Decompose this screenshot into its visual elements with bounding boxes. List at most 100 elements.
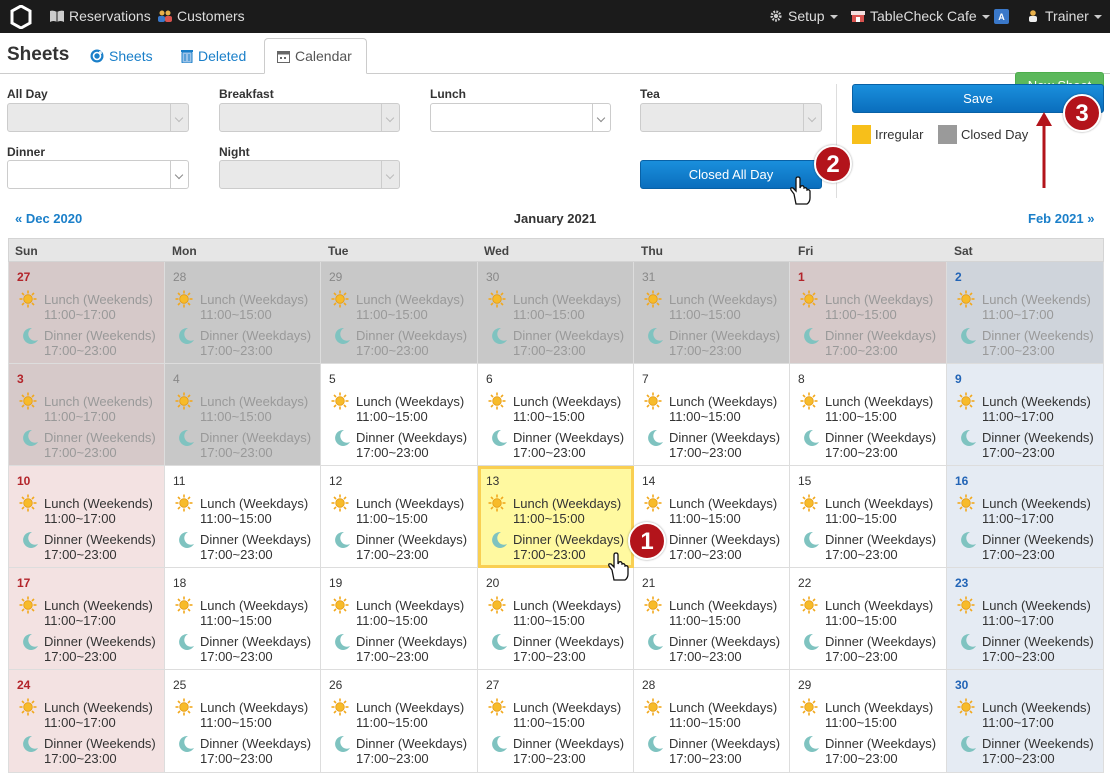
- all-day-select[interactable]: [7, 103, 189, 132]
- lunch-service-time: 11:00~17:00: [44, 511, 116, 526]
- step-badge-2: 2: [814, 145, 852, 183]
- calendar-day-cell[interactable]: 7 Lunch (Weekdays) 11:00~15:00 Dinner (Week…: [634, 364, 790, 466]
- calendar-day-cell[interactable]: 9 Lunch (Weekends) 11:00~17:00 Dinner (Week…: [947, 364, 1104, 466]
- calendar-day-cell[interactable]: 21 Lunch (Weekdays) 11:00~15:00 Dinner (Wee…: [634, 568, 790, 670]
- day-number: 31: [642, 270, 656, 284]
- dinner-select[interactable]: [7, 160, 189, 189]
- tab-deleted[interactable]: Deleted: [181, 41, 246, 74]
- nav-user-menu[interactable]: Trainer: [1026, 0, 1102, 33]
- tab-sheets[interactable]: Sheets: [90, 41, 153, 74]
- lunch-service-time: 11:00~15:00: [669, 511, 741, 526]
- lunch-service-time: 11:00~15:00: [669, 715, 741, 730]
- night-select[interactable]: [219, 160, 400, 189]
- moon-icon: [23, 633, 38, 650]
- dinner-service-time: 17:00~23:00: [825, 649, 898, 664]
- book-icon: [50, 10, 64, 22]
- calendar-day-cell[interactable]: 4 Lunch (Weekdays) 11:00~15:00 Dinner (Week…: [165, 364, 321, 466]
- nav-setup[interactable]: Setup: [769, 0, 838, 33]
- day-number: 26: [329, 678, 343, 692]
- lunch-select[interactable]: [430, 103, 611, 132]
- breakfast-select[interactable]: [219, 103, 400, 132]
- calendar-day-cell[interactable]: 23 Lunch (Weekends) 11:00~17:00 Dinner (Wee…: [947, 568, 1104, 670]
- weekday-wed: Wed: [484, 244, 510, 258]
- calendar-day-cell[interactable]: 8 Lunch (Weekdays) 11:00~15:00 Dinner (Week…: [790, 364, 947, 466]
- calendar-day-cell[interactable]: 5 Lunch (Weekdays) 11:00~15:00 Dinner (Week…: [321, 364, 478, 466]
- calendar-day-cell[interactable]: 25 Lunch (Weekdays) 11:00~15:00 Dinner (Wee…: [165, 670, 321, 773]
- app-logo-icon[interactable]: [9, 5, 33, 29]
- calendar-day-cell[interactable]: 11 Lunch (Weekdays) 11:00~15:00 Dinner (Wee…: [165, 466, 321, 568]
- sun-icon: [800, 290, 818, 308]
- next-month-link[interactable]: Feb 2021 »: [1028, 211, 1095, 226]
- dinner-service-time: 17:00~23:00: [200, 547, 273, 562]
- calendar-day-cell[interactable]: 1 Lunch (Weekdays) 11:00~15:00 Dinner (Week…: [790, 262, 947, 364]
- dinner-service-name: Dinner (Weekdays): [669, 430, 781, 445]
- lunch-service-name: Lunch (Weekends): [982, 394, 1091, 409]
- nav-language[interactable]: A: [994, 0, 1009, 33]
- lunch-service-name: Lunch (Weekends): [44, 598, 153, 613]
- calendar-day-cell[interactable]: 17 Lunch (Weekends) 11:00~17:00 Dinner (Wee…: [8, 568, 165, 670]
- dinner-service-name: Dinner (Weekdays): [825, 736, 937, 751]
- chevron-down-icon: [381, 161, 399, 188]
- lunch-service-name: Lunch (Weekends): [982, 292, 1091, 307]
- sun-icon: [175, 290, 193, 308]
- calendar-day-cell[interactable]: 3 Lunch (Weekends) 11:00~17:00 Dinner (Week…: [8, 364, 165, 466]
- calendar-day-cell[interactable]: 16 Lunch (Weekends) 11:00~17:00 Dinner (Wee…: [947, 466, 1104, 568]
- calendar-day-cell[interactable]: 28 Lunch (Weekdays) 11:00~15:00 Dinner (Wee…: [165, 262, 321, 364]
- calendar-day-cell[interactable]: 30 Lunch (Weekdays) 11:00~15:00 Dinner (Wee…: [478, 262, 634, 364]
- all-day-label: All Day: [7, 87, 48, 101]
- chevron-down-icon: [981, 15, 990, 19]
- dinner-service-name: Dinner (Weekends): [982, 736, 1094, 751]
- calendar-day-cell[interactable]: 12 Lunch (Weekdays) 11:00~15:00 Dinner (Wee…: [321, 466, 478, 568]
- nav-customers[interactable]: Customers: [158, 0, 245, 33]
- dinner-service-time: 17:00~23:00: [669, 445, 742, 460]
- calendar-day-cell[interactable]: 24 Lunch (Weekends) 11:00~17:00 Dinner (Wee…: [8, 670, 165, 773]
- sun-icon: [644, 698, 662, 716]
- chevron-down-icon: [592, 104, 610, 131]
- calendar-day-cell[interactable]: 20 Lunch (Weekdays) 11:00~15:00 Dinner (Wee…: [478, 568, 634, 670]
- dinner-label: Dinner: [7, 145, 46, 159]
- moon-icon: [961, 531, 976, 548]
- calendar-day-cell[interactable]: 29 Lunch (Weekdays) 11:00~15:00 Dinner (Wee…: [790, 670, 947, 773]
- dinner-service-time: 17:00~23:00: [356, 343, 429, 358]
- calendar-day-cell[interactable]: 31 Lunch (Weekdays) 11:00~15:00 Dinner (Wee…: [634, 262, 790, 364]
- sun-icon: [19, 392, 37, 410]
- tea-label: Tea: [640, 87, 660, 101]
- dinner-service-time: 17:00~23:00: [669, 751, 742, 766]
- day-number: 5: [329, 372, 336, 386]
- tab-calendar[interactable]: Calendar: [264, 38, 367, 74]
- nav-store-selector[interactable]: TableCheck Cafe: [851, 0, 990, 33]
- day-number: 23: [955, 576, 969, 590]
- calendar-day-cell[interactable]: 2 Lunch (Weekends) 11:00~17:00 Dinner (Week…: [947, 262, 1104, 364]
- calendar-day-cell[interactable]: 29 Lunch (Weekdays) 11:00~15:00 Dinner (Wee…: [321, 262, 478, 364]
- day-number: 27: [17, 270, 31, 284]
- calendar-day-cell[interactable]: 27 Lunch (Weekdays) 11:00~15:00 Dinner (Wee…: [478, 670, 634, 773]
- calendar-day-cell[interactable]: 28 Lunch (Weekdays) 11:00~15:00 Dinner (Wee…: [634, 670, 790, 773]
- lunch-service-time: 11:00~17:00: [982, 511, 1054, 526]
- step-badge-1: 1: [628, 522, 666, 560]
- lunch-service-name: Lunch (Weekdays): [200, 700, 309, 715]
- calendar-day-cell[interactable]: 27 Lunch (Weekends) 11:00~17:00 Dinner (Wee…: [8, 262, 165, 364]
- calendar-day-cell[interactable]: 18 Lunch (Weekdays) 11:00~15:00 Dinner (Wee…: [165, 568, 321, 670]
- dinner-service-name: Dinner (Weekdays): [513, 430, 625, 445]
- dinner-service-name: Dinner (Weekdays): [513, 736, 625, 751]
- calendar-day-cell[interactable]: 22 Lunch (Weekdays) 11:00~15:00 Dinner (Wee…: [790, 568, 947, 670]
- sun-icon: [19, 494, 37, 512]
- moon-icon: [335, 327, 350, 344]
- dinner-service-time: 17:00~23:00: [356, 649, 429, 664]
- tea-select[interactable]: [640, 103, 822, 132]
- dinner-service-time: 17:00~23:00: [44, 445, 117, 460]
- calendar-day-cell[interactable]: 10 Lunch (Weekends) 11:00~17:00 Dinner (Wee…: [8, 466, 165, 568]
- calendar-day-cell[interactable]: 19 Lunch (Weekdays) 11:00~15:00 Dinner (Wee…: [321, 568, 478, 670]
- calendar-day-cell[interactable]: 15 Lunch (Weekdays) 11:00~15:00 Dinner (Wee…: [790, 466, 947, 568]
- nav-reservations[interactable]: Reservations: [50, 0, 151, 33]
- moon-icon: [179, 327, 194, 344]
- calendar-day-cell[interactable]: 30 Lunch (Weekends) 11:00~17:00 Dinner (Wee…: [947, 670, 1104, 773]
- arrow-up-icon: [1036, 112, 1052, 188]
- sun-icon: [644, 392, 662, 410]
- page-header: Sheets Sheets Deleted Calendar New Sheet: [0, 33, 1110, 100]
- lunch-service-name: Lunch (Weekdays): [669, 598, 778, 613]
- calendar-day-cell[interactable]: 26 Lunch (Weekdays) 11:00~15:00 Dinner (Wee…: [321, 670, 478, 773]
- sun-icon: [957, 494, 975, 512]
- calendar-day-cell[interactable]: 6 Lunch (Weekdays) 11:00~15:00 Dinner (Week…: [478, 364, 634, 466]
- lunch-service-time: 11:00~15:00: [356, 307, 428, 322]
